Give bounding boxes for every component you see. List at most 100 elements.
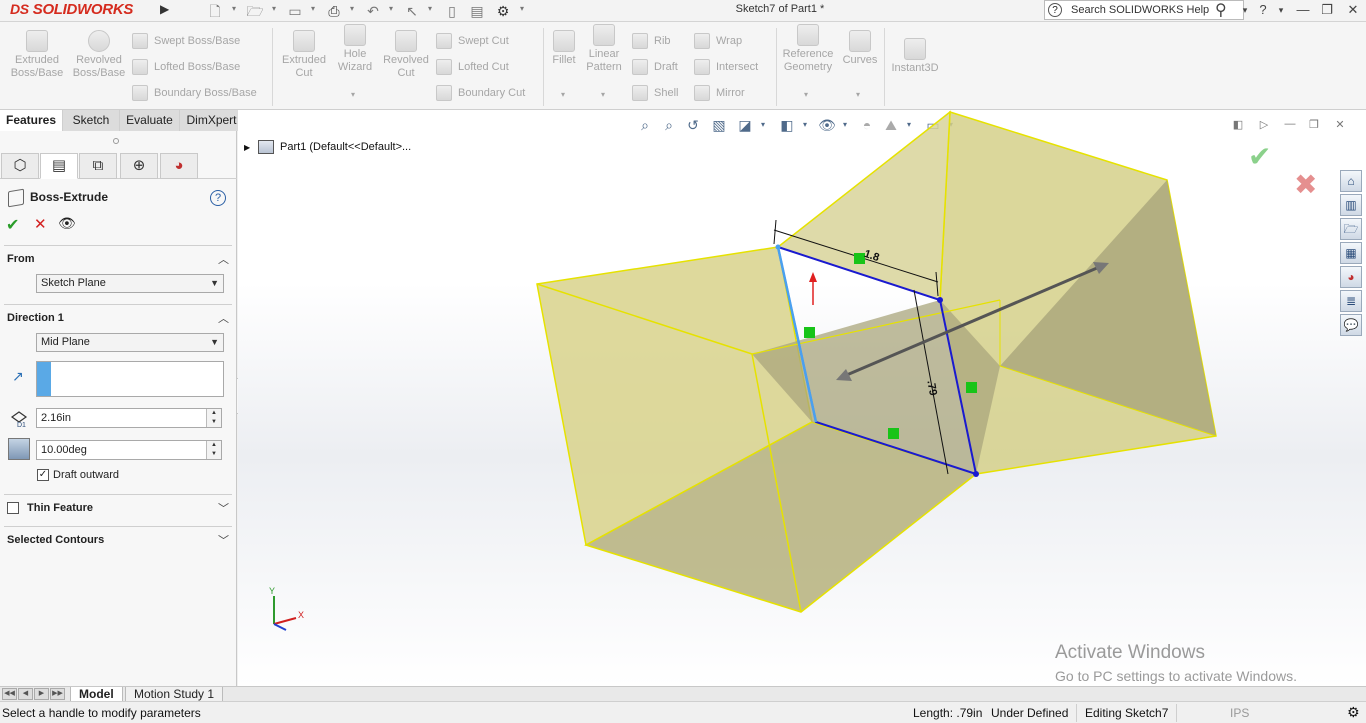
direction-of-extrusion-selection-box[interactable] [36,361,224,397]
view-palette-icon[interactable]: ▦ [1340,242,1362,264]
options-caret-icon[interactable]: ▾ [520,4,528,13]
help-icon[interactable]: ? [210,190,226,206]
solidworks-logo[interactable]: DS SOLIDWORKS [10,1,155,21]
cancel-x-icon[interactable]: ✕ [34,215,47,233]
tab-motion-study-1[interactable]: Motion Study 1 [125,687,224,702]
draft-angle-spinner[interactable]: ▲ ▼ [206,441,221,459]
thin-feature-checkbox[interactable] [7,502,19,514]
menu-expand-icon[interactable]: ▶ [160,2,172,20]
linear-pattern-button[interactable]: Linear Pattern [584,24,624,74]
draft-outward-checkbox[interactable]: ✓ [37,469,49,481]
save-icon[interactable]: ▭ [286,2,304,20]
revolved-boss-button[interactable]: Revolved Boss/Base [70,30,128,80]
home-icon[interactable]: ⌂ [1340,170,1362,192]
draft-on-off-icon[interactable] [8,438,30,460]
ok-check-icon[interactable]: ✔ [6,215,19,235]
new-caret-icon[interactable]: ▾ [232,4,240,13]
detailed-preview-eye-icon[interactable]: 👁 [58,215,76,231]
file-explorer-icon[interactable]: 🗁 [1340,218,1362,240]
panel-splitter-handle[interactable] [113,138,119,144]
next-tab-icon[interactable]: ▶ [34,688,49,700]
search-icon[interactable]: ⚲ [1215,0,1227,20]
new-document-icon[interactable]: 🗋 [206,2,224,20]
print-icon[interactable]: ⎙ [325,2,343,20]
reverse-direction-arrow-icon[interactable]: ↗ [12,368,26,384]
dimension-text-right[interactable]: .79 [924,379,938,396]
file-properties-icon[interactable]: ▤ [468,2,486,20]
options-gear-icon[interactable]: ⚙ [494,2,512,20]
shell-button[interactable]: Shell [632,84,678,102]
thin-feature-group-header[interactable]: Thin Feature [27,502,93,514]
help-caret-icon[interactable]: ▾ [1270,1,1292,19]
expand-chevron-icon[interactable]: ﹀ [218,532,229,548]
extruded-cut-button[interactable]: Extruded Cut [278,30,330,80]
hole-wizard-caret-icon[interactable]: ▾ [351,90,355,99]
custom-properties-icon[interactable]: ≣ [1340,290,1362,312]
lofted-cut-button[interactable]: Lofted Cut [436,58,509,76]
draft-button[interactable]: Draft [632,58,678,76]
help-search-box[interactable]: ? Search SOLIDWORKS Help ⚲ [1044,0,1244,20]
select-caret-icon[interactable]: ▾ [428,4,436,13]
save-caret-icon[interactable]: ▾ [311,4,319,13]
tab-evaluate[interactable]: Evaluate [120,110,180,131]
hole-wizard-button[interactable]: Hole Wizard [332,24,378,74]
collapse-chevron-icon[interactable]: ︿ [218,251,229,267]
end-condition-select[interactable]: Mid Plane ▼ [36,333,224,352]
close-icon[interactable]: ✕ [1342,1,1364,19]
select-pointer-icon[interactable]: ↖ [403,2,421,20]
open-folder-icon[interactable]: 🗁 [246,2,264,20]
last-tab-icon[interactable]: ▶▶ [50,688,65,700]
tab-features[interactable]: Features [0,110,63,131]
from-group-header[interactable]: From [7,253,35,265]
wrap-button[interactable]: Wrap [694,32,742,50]
print-caret-icon[interactable]: ▾ [350,4,358,13]
direction1-group-header[interactable]: Direction 1 [7,312,64,324]
curves-button[interactable]: Curves [840,30,880,67]
open-caret-icon[interactable]: ▾ [272,4,280,13]
lofted-boss-button[interactable]: Lofted Boss/Base [132,58,240,76]
dimxpert-manager-tab-icon[interactable]: ⊕ [120,153,158,179]
draft-angle-input[interactable]: 10.00deg ▲ ▼ [36,440,222,460]
revolved-cut-button[interactable]: Revolved Cut [380,30,432,80]
boundary-boss-button[interactable]: Boundary Boss/Base [132,84,257,102]
mirror-button[interactable]: Mirror [694,84,745,102]
swept-boss-button[interactable]: Swept Boss/Base [132,32,240,50]
status-units[interactable]: IPS [1230,706,1249,720]
help-search-input[interactable]: Search SOLIDWORKS Help [1071,4,1209,16]
fillet-button[interactable]: Fillet [548,30,580,67]
rib-button[interactable]: Rib [632,32,671,50]
graphics-area[interactable]: ▶ Part1 (Default<<Default>... ⌕ ⌕ ↺ ▧ ◪ ▾… [238,110,1366,686]
property-manager-tab-icon[interactable]: ▤ [40,153,78,179]
swept-cut-button[interactable]: Swept Cut [436,32,509,50]
extruded-boss-button[interactable]: Extruded Boss/Base [8,30,66,80]
minimize-icon[interactable]: — [1292,1,1314,19]
undo-caret-icon[interactable]: ▾ [389,4,397,13]
expand-chevron-icon[interactable]: ﹀ [218,500,229,516]
feature-tree-tab-icon[interactable]: ⬡ [1,153,39,179]
configuration-manager-tab-icon[interactable]: ⧉ [79,153,117,179]
instant3d-button[interactable]: Instant3D [888,38,942,75]
reference-geometry-caret-icon[interactable]: ▾ [804,90,808,99]
boundary-cut-button[interactable]: Boundary Cut [436,84,525,102]
customize-status-icon[interactable]: ⚙ [1347,704,1360,721]
fillet-caret-icon[interactable]: ▾ [561,90,565,99]
selected-contours-group-header[interactable]: Selected Contours [7,534,104,546]
appearances-icon[interactable]: ◕ [1340,266,1362,288]
from-start-condition-select[interactable]: Sketch Plane ▼ [36,274,224,293]
design-library-icon[interactable]: ▥ [1340,194,1362,216]
curves-caret-icon[interactable]: ▾ [856,90,860,99]
rebuild-icon[interactable]: ▯ [443,2,461,20]
tab-sketch[interactable]: Sketch [63,110,120,131]
display-manager-tab-icon[interactable]: ◕ [160,153,198,179]
tab-dimxpert[interactable]: DimXpert [180,110,244,131]
depth-spinner[interactable]: ▲ ▼ [206,409,221,427]
model-viewport[interactable] [238,110,1366,686]
forum-icon[interactable]: 💬 [1340,314,1362,336]
undo-icon[interactable]: ↶ [364,2,382,20]
depth-input[interactable]: 2.16in ▲ ▼ [36,408,222,428]
previous-tab-icon[interactable]: ◀ [18,688,33,700]
reference-geometry-button[interactable]: Reference Geometry [780,24,836,74]
intersect-button[interactable]: Intersect [694,58,758,76]
linear-pattern-caret-icon[interactable]: ▾ [601,90,605,99]
collapse-chevron-icon[interactable]: ︿ [218,310,229,326]
